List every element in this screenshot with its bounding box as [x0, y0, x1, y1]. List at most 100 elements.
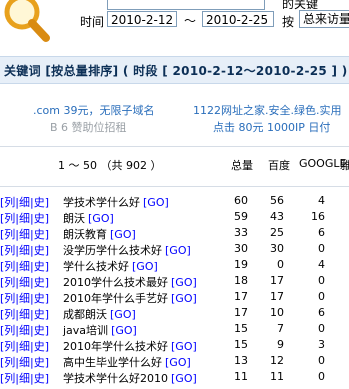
keyword-cell: 朗沃教育 [GO] [63, 226, 136, 242]
google-cell: 0 [318, 370, 325, 383]
table-row: [列|细|史] java培训 [GO] 15 7 0 [0, 322, 349, 338]
row-links[interactable]: [列|细|史] [0, 354, 49, 370]
keyword-text: 2010学什么技术最好 [63, 276, 168, 289]
row-links[interactable]: [列|细|史] [0, 274, 49, 290]
baidu-cell: 11 [270, 370, 284, 383]
go-link[interactable]: [GO] [171, 340, 197, 353]
keyword-cell: 学技术学什么好2010 [GO] [63, 370, 197, 386]
row-links[interactable]: [列|细|史] [0, 370, 49, 386]
go-link[interactable]: [GO] [165, 244, 191, 257]
pagination-range: 1 ～ 50 （共 902 ） [58, 159, 162, 172]
keyword-cell: java培训 [GO] [63, 322, 137, 338]
total-cell: 30 [234, 242, 248, 255]
table-row: [列|细|史] 学技术学什么好 [GO] 60 56 4 [0, 194, 349, 210]
keyword-text: 成都朗沃 [63, 308, 107, 321]
ad-right-line1[interactable]: 1122网址之家.安全.绿色.实用 [193, 102, 341, 118]
row-links[interactable]: [列|细|史] [0, 242, 49, 258]
total-cell: 17 [234, 306, 248, 319]
total-cell: 15 [234, 338, 248, 351]
keyword-cell: 2010学什么技术最好 [GO] [63, 274, 197, 290]
baidu-cell: 9 [277, 338, 284, 351]
keyword-cell: 高中生毕业学什么好 [GO] [63, 354, 191, 370]
baidu-cell: 0 [277, 258, 284, 271]
baidu-cell: 43 [270, 210, 284, 223]
google-cell: 0 [318, 322, 325, 335]
baidu-cell: 30 [270, 242, 284, 255]
row-links[interactable]: [列|细|史] [0, 226, 49, 242]
go-link[interactable]: [GO] [165, 356, 191, 369]
results-title: 关键词 [按总量排序] ( 时段 [ 2010-2-12～2010-2-25 ]… [4, 64, 348, 78]
table-row: [列|细|史] 没学历学什么技术好 [GO] 30 30 0 [0, 242, 349, 258]
row-links[interactable]: [列|细|史] [0, 210, 49, 226]
go-link[interactable]: [GO] [143, 196, 169, 209]
table-row: [列|细|史] 学什么技术好 [GO] 19 0 4 [0, 258, 349, 274]
date-from-input[interactable]: 2010-2-12 [107, 11, 177, 27]
baidu-cell: 17 [270, 290, 284, 303]
total-cell: 15 [234, 322, 248, 335]
google-cell: 0 [318, 274, 325, 287]
total-cell: 18 [234, 274, 248, 287]
total-cell: 19 [234, 258, 248, 271]
total-cell: 33 [234, 226, 248, 239]
go-link[interactable]: [GO] [171, 372, 197, 385]
total-cell: 13 [234, 354, 248, 367]
col-total: 总量 [231, 159, 253, 172]
go-link[interactable]: [GO] [132, 260, 158, 273]
table-row: [列|细|史] 高中生毕业学什么好 [GO] 13 12 0 [0, 354, 349, 370]
table-row: [列|细|史] 2010年学什么技术好 [GO] 15 9 3 [0, 338, 349, 354]
ad-right-line2[interactable]: 点击 80元 1000IP 日付 [213, 119, 330, 135]
go-link[interactable]: [GO] [88, 212, 114, 225]
row-links[interactable]: [列|细|史] [0, 322, 49, 338]
table-row: [列|细|史] 朗沃教育 [GO] 33 25 6 [0, 226, 349, 242]
date-to-input[interactable]: 2010-2-25 [202, 11, 274, 27]
keyword-text: java培训 [63, 324, 109, 337]
go-link[interactable]: [GO] [110, 308, 136, 321]
row-links[interactable]: [列|细|史] [0, 338, 49, 354]
magnifier-icon [4, 0, 50, 42]
keyword-text: 朗沃教育 [63, 228, 107, 241]
date-separator: ～ [184, 14, 197, 28]
col-baidu: 百度 [268, 159, 290, 172]
keyword-cell: 学技术学什么好 [GO] [63, 194, 169, 210]
google-cell: 6 [318, 226, 325, 239]
keyword-text: 学技术学什么好 [63, 196, 140, 209]
google-cell: 6 [318, 306, 325, 319]
time-label: 时间 [80, 15, 105, 29]
google-cell: 0 [318, 354, 325, 367]
sponsor-ads: .com 39元，无限子域名 B 6 赞助位招租 1122网址之家.安全.绿色.… [0, 90, 349, 140]
row-links[interactable]: [列|细|史] [0, 290, 49, 306]
table-row: [列|细|史] 朗沃 [GO] 59 43 16 [0, 210, 349, 226]
table-row: [列|细|史] 成都朗沃 [GO] 17 10 6 [0, 306, 349, 322]
go-link[interactable]: [GO] [110, 228, 136, 241]
sort-select[interactable]: 总来访量 [299, 10, 349, 28]
keyword-text: 学什么技术好 [63, 260, 129, 273]
table-row: [列|细|史] 学技术学什么好2010 [GO] 11 11 0 [0, 370, 349, 386]
keyword-cell: 2010年学什么技术好 [GO] [63, 338, 197, 354]
row-links[interactable]: [列|细|史] [0, 194, 49, 210]
go-link[interactable]: [GO] [111, 324, 137, 337]
baidu-cell: 10 [270, 306, 284, 319]
keyword-cell: 成都朗沃 [GO] [63, 306, 136, 322]
table-row: [列|细|史] 2010年学什么手艺好 [GO] 17 17 0 [0, 290, 349, 306]
col-yahoo: 雅 [340, 159, 349, 172]
keyword-input[interactable] [107, 0, 265, 10]
baidu-cell: 12 [270, 354, 284, 367]
table-header: 1 ～ 50 （共 902 ） 总量 百度 GOOGLE 雅 [0, 154, 349, 176]
google-cell: 16 [311, 210, 325, 223]
divider [0, 186, 349, 187]
keyword-text: 朗沃 [63, 212, 85, 225]
baidu-cell: 7 [277, 322, 284, 335]
total-cell: 59 [234, 210, 248, 223]
google-cell: 0 [318, 242, 325, 255]
row-links[interactable]: [列|细|史] [0, 306, 49, 322]
go-link[interactable]: [GO] [171, 292, 197, 305]
divider [0, 146, 349, 147]
ad-left-line2[interactable]: B 6 赞助位招租 [50, 119, 127, 135]
keyword-cell: 没学历学什么技术好 [GO] [63, 242, 191, 258]
ad-left-line1[interactable]: .com 39元，无限子域名 [33, 102, 154, 118]
results-header: 关键词 [按总量排序] ( 时段 [ 2010-2-12～2010-2-25 ]… [0, 56, 349, 84]
baidu-cell: 56 [270, 194, 284, 207]
keyword-text: 高中生毕业学什么好 [63, 356, 162, 369]
go-link[interactable]: [GO] [171, 276, 197, 289]
row-links[interactable]: [列|细|史] [0, 258, 49, 274]
